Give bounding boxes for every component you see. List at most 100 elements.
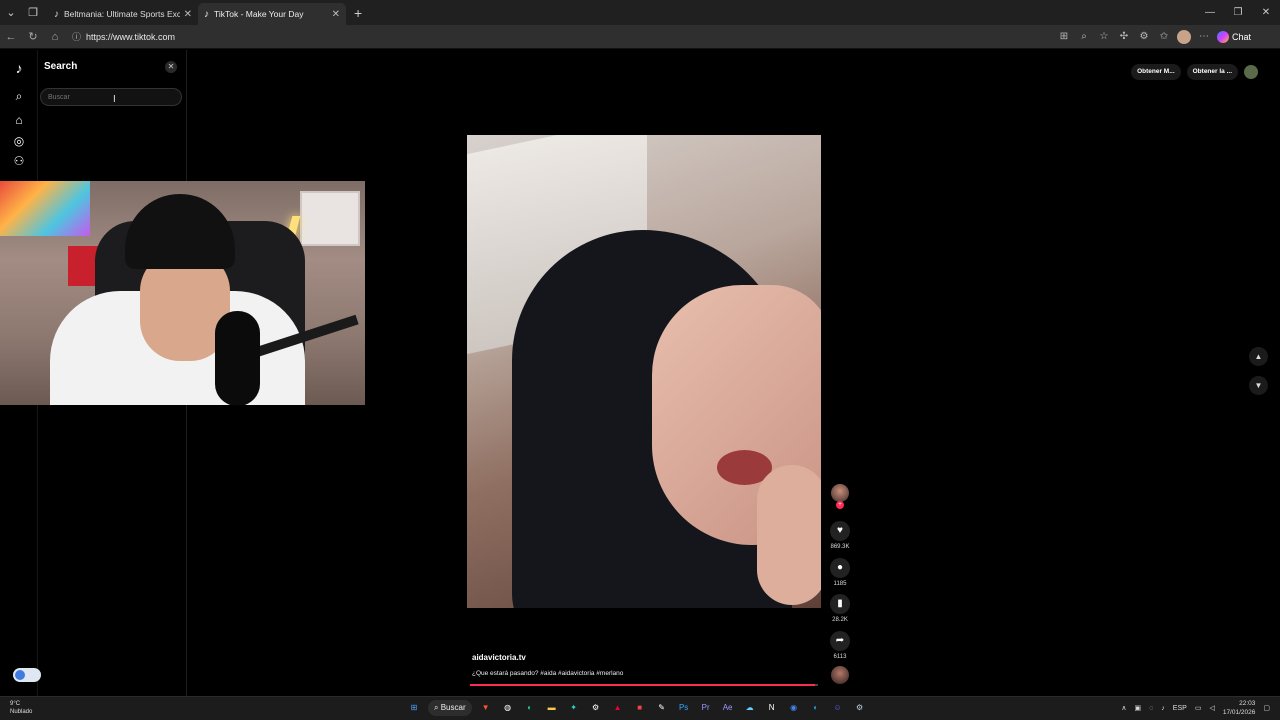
tab-actions-chevron-icon[interactable]: ⌄	[0, 2, 22, 24]
video-caption: ¿Que estará pasando? #aida #aidavictoria…	[472, 670, 624, 677]
next-video-chevron-down-icon[interactable]: ▼	[1249, 376, 1268, 395]
close-tab-icon[interactable]: ✕	[332, 9, 340, 20]
settings-gear-icon[interactable]: ⚙	[588, 700, 604, 716]
previous-video-chevron-up-icon[interactable]: ▲	[1249, 347, 1268, 366]
close-icon[interactable]: ✕	[165, 61, 177, 73]
home-icon[interactable]: ⌂	[44, 31, 66, 43]
clock[interactable]: 22:03 17/01/2026	[1223, 699, 1256, 717]
browser-tab[interactable]: ♪ Beltmania: Ultimate Sports Excitem ✕	[48, 3, 198, 25]
comment-icon[interactable]: ●	[830, 558, 850, 578]
tab-title: TikTok - Make Your Day	[214, 9, 304, 19]
refresh-icon[interactable]: ↻	[22, 30, 44, 43]
search-icon[interactable]: ⌕	[11, 88, 27, 104]
creator-avatar[interactable]	[831, 484, 849, 502]
app-icon[interactable]: ■	[632, 700, 648, 716]
keyboard-language[interactable]: ESP	[1173, 705, 1187, 712]
maximize-icon[interactable]: ❐	[1224, 0, 1252, 24]
comment-action[interactable]: ● 1185	[829, 558, 851, 587]
notifications-icon[interactable]: ▢	[1263, 704, 1270, 712]
get-app-button[interactable]: Obtener M...	[1131, 64, 1181, 80]
microphone-icon[interactable]: ♪	[1161, 705, 1165, 712]
extensions-icon[interactable]: ✣	[1117, 31, 1131, 42]
back-icon[interactable]: ←	[0, 31, 22, 43]
app-icon[interactable]: ▲	[610, 700, 626, 716]
streamer-cap	[125, 194, 235, 269]
minimize-icon[interactable]: —	[1196, 0, 1224, 24]
browser-tab-active[interactable]: ♪ TikTok - Make Your Day ✕	[198, 3, 346, 25]
tray-overflow-chevron-icon[interactable]: ∧	[1121, 704, 1126, 712]
chrome-icon[interactable]: ◉	[786, 700, 802, 716]
share-count: 6113	[833, 654, 847, 660]
video-username[interactable]: aidavictoria.tv	[472, 653, 526, 662]
taskbar-apps: ⊞ ⌕ Buscar ▼ ◍ ◐ ▬ ✦ ⚙ ▲ ■ ✎ Ps Pr Ae ☁ …	[406, 700, 868, 716]
workspaces-icon[interactable]: ❐	[22, 2, 44, 24]
video-player[interactable]	[467, 135, 821, 608]
new-tab-button[interactable]: +	[354, 5, 362, 21]
extension-icon[interactable]: ⚙	[1137, 31, 1151, 42]
zoom-icon[interactable]: ⌕	[1077, 31, 1091, 42]
app-icon[interactable]: ✦	[566, 700, 582, 716]
brave-browser-icon[interactable]: ▼	[478, 700, 494, 716]
follow-plus-icon[interactable]: +	[836, 501, 844, 509]
taskbar-search[interactable]: ⌕ Buscar	[428, 700, 472, 716]
favorites-icon[interactable]: ✩	[1157, 31, 1171, 42]
heart-icon[interactable]: ♥	[830, 521, 850, 541]
theme-toggle[interactable]	[13, 668, 41, 682]
after-effects-icon[interactable]: Ae	[720, 700, 736, 716]
app-icon[interactable]: ✎	[654, 700, 670, 716]
tray-app-icon[interactable]: ▣	[1135, 704, 1142, 712]
weather-widget[interactable]: 9°C Nublado	[10, 700, 32, 716]
microphone	[215, 311, 260, 405]
share-icon[interactable]: ➦	[830, 631, 850, 651]
video-progress-fill	[470, 684, 815, 686]
cloud-icon[interactable]: ☁	[742, 700, 758, 716]
video-progress-bar[interactable]	[470, 684, 818, 686]
webcam-overlay	[0, 181, 365, 405]
video-subject-hand	[757, 465, 821, 605]
app-available-icon[interactable]: ⊞	[1057, 31, 1071, 42]
photoshop-icon[interactable]: Ps	[676, 700, 692, 716]
share-action[interactable]: ➦ 6113	[829, 631, 851, 660]
notion-icon[interactable]: N	[764, 700, 780, 716]
favorite-star-icon[interactable]: ☆	[1097, 31, 1111, 42]
bookmark-icon[interactable]: ▮	[830, 594, 850, 614]
tray-app-icon[interactable]: ◌	[1149, 705, 1153, 712]
like-action[interactable]: ♥ 869.3K	[829, 521, 851, 550]
tiktok-icon: ♪	[54, 8, 59, 20]
tiktok-icon: ♪	[204, 8, 209, 20]
site-info-icon[interactable]: ⓘ	[72, 30, 81, 43]
edge-dev-icon[interactable]: ◐	[522, 700, 538, 716]
get-desktop-app-button[interactable]: Obtener la ...	[1186, 64, 1238, 80]
explore-compass-icon[interactable]: ◎	[11, 133, 27, 149]
user-avatar[interactable]	[1244, 65, 1258, 79]
close-tab-icon[interactable]: ✕	[184, 9, 192, 20]
text-cursor-icon: I	[113, 94, 116, 105]
tiktok-logo-icon[interactable]: ♪	[11, 60, 27, 76]
clock-time: 22:03	[1239, 700, 1256, 707]
app-icon[interactable]: ◍	[500, 700, 516, 716]
windows-start-icon[interactable]: ⊞	[406, 700, 422, 716]
taskbar-search-label: Buscar	[440, 703, 466, 712]
search-input[interactable]	[40, 88, 182, 106]
volume-icon[interactable]: ◁	[1209, 704, 1214, 712]
windows-taskbar: 9°C Nublado ⊞ ⌕ Buscar ▼ ◍ ◐ ▬ ✦ ⚙ ▲ ■ ✎…	[0, 696, 1280, 720]
save-action[interactable]: ▮ 28.2K	[829, 594, 851, 623]
weather-temp: 9°C	[10, 701, 21, 707]
wall-shelf	[300, 191, 360, 246]
close-window-icon[interactable]: ✕	[1252, 0, 1280, 24]
profile-avatar[interactable]	[1177, 29, 1191, 44]
file-explorer-icon[interactable]: ▬	[544, 700, 560, 716]
search-panel-title: Search	[44, 61, 78, 72]
home-icon[interactable]: ⌂	[11, 112, 27, 128]
url-field[interactable]: ⓘ https://www.tiktok.com	[72, 28, 1057, 46]
more-menu-icon[interactable]: ⋯	[1197, 31, 1211, 42]
following-icon[interactable]: ⚇	[11, 153, 27, 169]
chat-button[interactable]: Chat	[1217, 30, 1251, 43]
discord-icon[interactable]: ☺	[830, 700, 846, 716]
steam-icon[interactable]: ⚙	[852, 700, 868, 716]
network-icon[interactable]: ▭	[1195, 704, 1202, 712]
copilot-icon	[1217, 30, 1229, 43]
music-disc-avatar[interactable]	[831, 666, 849, 684]
premiere-icon[interactable]: Pr	[698, 700, 714, 716]
edge-icon[interactable]: ◐	[808, 700, 824, 716]
